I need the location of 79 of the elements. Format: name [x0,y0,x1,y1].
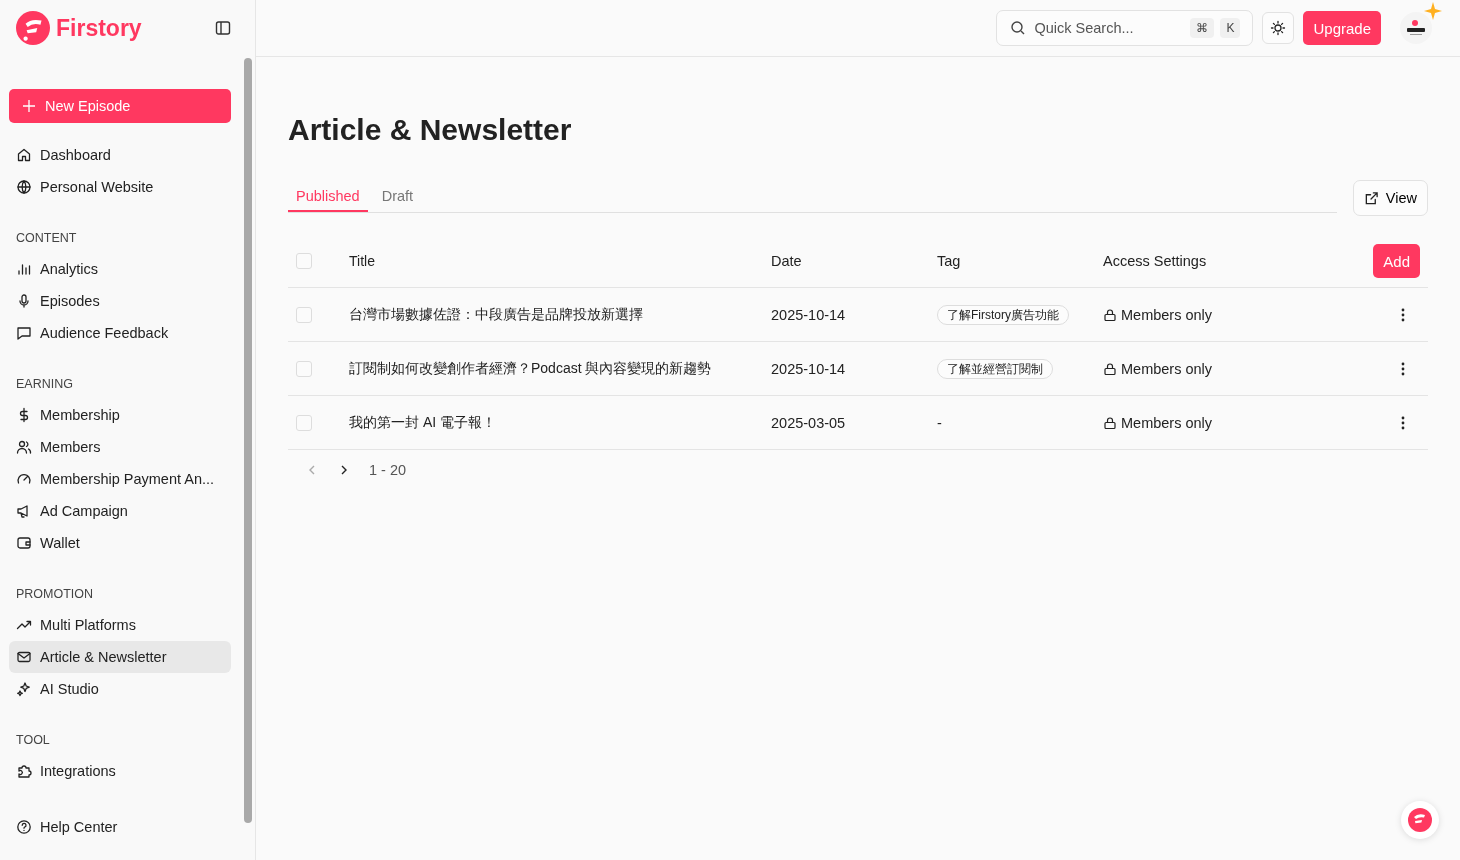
date-cell: 2025-03-05 [771,414,846,431]
globe-icon [16,179,32,195]
date-cell: 2025-10-14 [771,360,846,377]
article-title[interactable]: 訂閱制如何改變創作者經濟？Podcast 與內容變現的新趨勢 [349,359,712,376]
section-heading: TOOL [15,732,51,749]
page-range: 1 - 20 [369,462,407,478]
nav-item[interactable]: Multi Platforms [9,609,231,641]
nav-item[interactable]: Dashboard [9,139,231,171]
lock-icon [1103,415,1117,430]
date-cell: 2025-10-14 [771,306,846,323]
article-title[interactable]: 台灣市場數據佐證：中段廣告是品牌投放新選擇 [349,305,643,322]
theme-toggle-button[interactable] [1262,12,1295,44]
article-title[interactable]: 我的第一封 AI 電子報！ [349,413,496,430]
add-button[interactable]: Add [1373,244,1420,278]
nav-item[interactable]: AI Studio [9,673,231,705]
row-checkbox[interactable] [296,306,312,323]
logo-icon [16,11,50,45]
select-all-checkbox[interactable] [296,253,312,269]
sidebar-toggle-icon[interactable] [215,20,231,36]
bar-chart-icon [16,261,32,277]
gauge-icon [16,471,32,487]
help-icon [16,819,32,835]
lock-icon [1103,361,1117,376]
nav-item[interactable]: Integrations [9,755,231,787]
page-title: Article & Newsletter [288,113,573,147]
nav-item[interactable]: Article & Newsletter [9,641,231,673]
more-icon[interactable] [1401,361,1405,376]
view-button[interactable]: View [1352,180,1428,216]
nav-item[interactable]: Analytics [9,253,231,285]
nav-item[interactable]: Personal Website [9,171,231,203]
row-checkbox[interactable] [296,414,312,431]
more-icon[interactable] [1401,307,1405,322]
access-setting: Members only [1121,360,1213,377]
shortcut-key: ⌘ [1190,18,1215,38]
search-field[interactable]: Quick Search... ⌘ K [996,10,1254,46]
search-icon [1010,20,1027,36]
sun-icon [1270,20,1287,36]
wallet-icon [16,535,32,551]
tag: 了解並經營訂閱制 [937,358,1053,379]
scrollbar[interactable] [244,58,252,823]
section-heading: PROMOTION [15,586,95,603]
column-header: Access Settings [1103,253,1207,269]
microphone-icon [16,293,32,309]
column-header: Title [349,253,375,269]
tag: 了解Firstory廣告功能 [937,304,1069,325]
nav-item[interactable]: Episodes [9,285,231,317]
column-header: Date [771,253,802,269]
search-input[interactable]: Quick Search... [1032,19,1185,37]
users-icon [16,439,32,455]
row-checkbox[interactable] [296,360,312,377]
puzzle-icon [16,763,32,779]
lock-icon [1103,307,1117,322]
sparkles-icon [16,681,32,697]
home-icon [16,147,32,163]
tag-cell: - [937,414,942,431]
plus-icon [22,99,36,113]
section-heading: CONTENT [15,230,78,247]
tab[interactable]: Draft [373,181,422,212]
nav-item[interactable]: Ad Campaign [9,495,231,527]
nav-item[interactable]: Wallet [9,527,231,559]
sparkle-icon [1424,2,1442,20]
brand-name: Firstory [56,14,143,42]
more-icon[interactable] [1401,415,1405,430]
shortcut-key: K [1220,18,1241,38]
access-setting: Members only [1121,414,1213,431]
external-link-icon [1363,190,1379,206]
column-header: Tag [937,253,961,269]
access-setting: Members only [1121,306,1213,323]
chat-icon [16,325,32,341]
nav-item[interactable]: Members [9,431,231,463]
nav-item[interactable]: Membership Payment An... [9,463,231,495]
avatar-icon[interactable] [1400,12,1432,44]
new-episode-button[interactable]: New Episode [9,89,231,123]
nav-item[interactable]: Membership [9,399,231,431]
upgrade-button[interactable]: Upgrade [1303,11,1381,45]
nav-item[interactable]: Audience Feedback [9,317,231,349]
mail-icon [16,649,32,665]
section-heading: EARNING [15,376,74,393]
nav-item[interactable]: Help Center [9,811,231,843]
